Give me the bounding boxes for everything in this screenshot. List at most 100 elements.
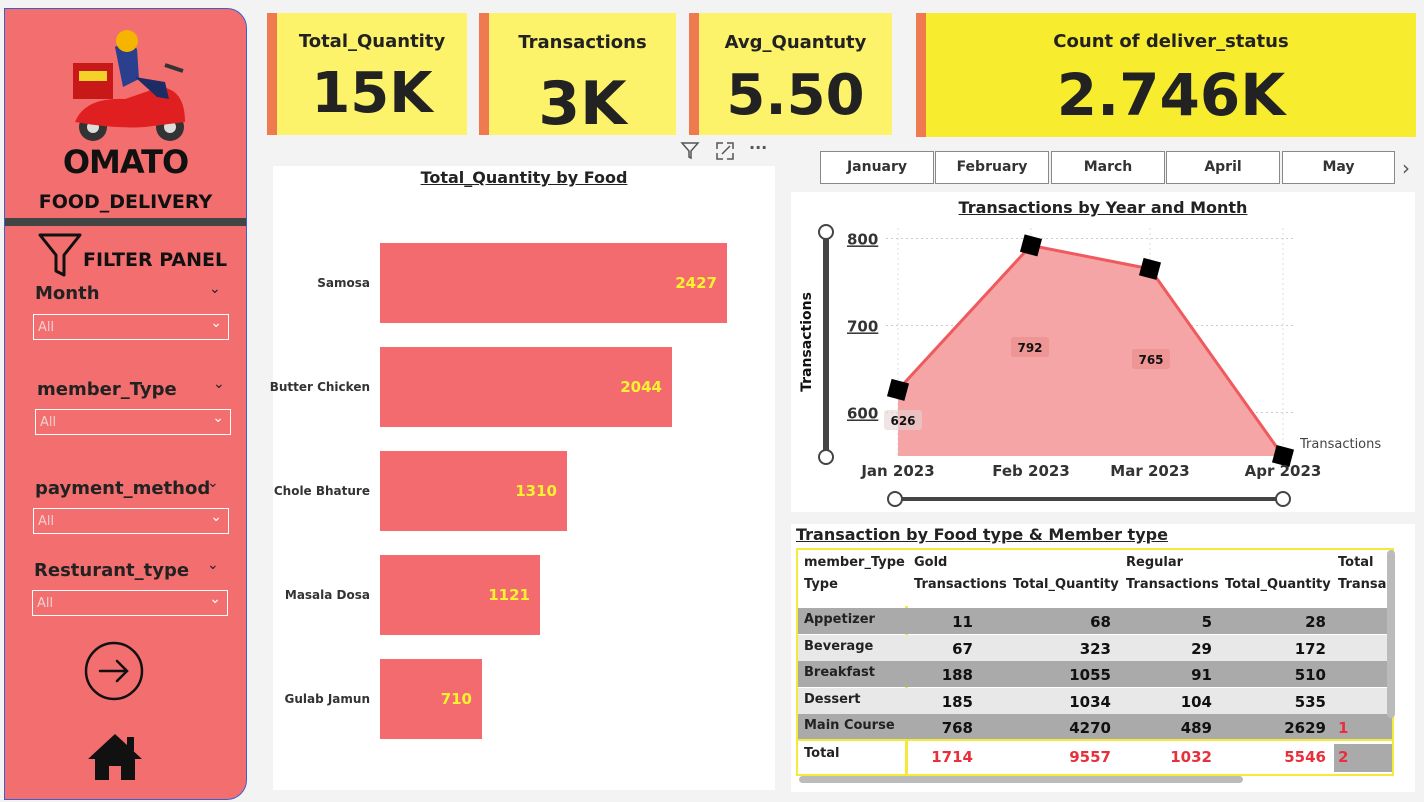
focus-mode-icon[interactable] bbox=[715, 141, 735, 165]
bar-category-label: Samosa bbox=[317, 276, 370, 290]
table-cell: 1 bbox=[1338, 719, 1349, 737]
kpi-title: Avg_Quantuty bbox=[724, 32, 867, 53]
table-cell: 68 bbox=[1090, 613, 1111, 631]
dropdown-value: All bbox=[38, 514, 55, 529]
vertical-scrollbar[interactable] bbox=[1387, 550, 1395, 718]
x-zoom-slider-handle[interactable] bbox=[1275, 491, 1291, 507]
filter-label-month: Month bbox=[35, 283, 100, 304]
table-cell: 510 bbox=[1294, 666, 1326, 684]
matrix-header: Transactions bbox=[914, 577, 1007, 592]
matrix-title: Transaction by Food type & Member type bbox=[796, 525, 1168, 544]
month-button[interactable]: February bbox=[935, 151, 1049, 184]
table-cell: 11 bbox=[952, 613, 973, 631]
table-cell: 535 bbox=[1294, 693, 1326, 711]
bar-category-label: Chole Bhature bbox=[273, 484, 370, 498]
kpi-card-transactions: Transactions 3K bbox=[479, 13, 676, 139]
bar-value-label: 2427 bbox=[675, 274, 717, 292]
bar-category-label: Gulab Jamun bbox=[284, 692, 370, 706]
table-cell: 2629 bbox=[1284, 719, 1326, 737]
kpi-title: Transactions bbox=[518, 32, 647, 53]
kpi-value: 5.50 bbox=[726, 63, 865, 128]
kpi-card-avg-quantity: Avg_Quantuty 5.50 bbox=[689, 13, 892, 135]
table-cell: 172 bbox=[1294, 640, 1326, 658]
filter-label-member-type: member_Type bbox=[37, 379, 177, 400]
table-cell: 1055 bbox=[1069, 666, 1111, 684]
x-tick-label: Jan 2023 bbox=[860, 462, 934, 480]
table-cell: 91 bbox=[1191, 666, 1212, 684]
month-button[interactable]: April bbox=[1166, 151, 1280, 184]
month-button[interactable]: January bbox=[820, 151, 934, 184]
data-label: 792 bbox=[1017, 341, 1042, 355]
chevron-down-icon: ⌄ bbox=[209, 591, 221, 607]
total-cell: 9557 bbox=[1069, 748, 1111, 766]
matrix-header: Gold bbox=[914, 555, 948, 570]
row-header: Breakfast bbox=[804, 665, 875, 680]
bar-value-label: 2044 bbox=[620, 378, 662, 396]
month-dropdown[interactable]: All ⌄ bbox=[33, 314, 229, 340]
chevron-down-icon[interactable]: ⌄ bbox=[209, 281, 221, 297]
chevron-right-icon[interactable]: › bbox=[1402, 156, 1410, 180]
area-fill bbox=[898, 245, 1283, 456]
matrix-header: Transactions bbox=[1126, 577, 1219, 592]
filter-icon bbox=[38, 233, 82, 277]
chevron-down-icon: ⌄ bbox=[210, 315, 222, 331]
area-chart-svg: 800 700 600 626 792 765 Jan 2023 Feb 2023 Mar 20… bbox=[799, 224, 1381, 507]
matrix-table: member_Type Gold Regular Total Type Transacti… bbox=[796, 548, 1394, 776]
matrix-header: Total_Quantity bbox=[1225, 577, 1331, 592]
brand-title: OMATO bbox=[62, 143, 189, 181]
table-cell: 67 bbox=[952, 640, 973, 658]
x-tick-label: Mar 2023 bbox=[1110, 462, 1189, 480]
kpi-card-total-quantity: Total_Quantity 15K bbox=[267, 13, 467, 135]
kpi-title: Count of deliver_status bbox=[1053, 31, 1289, 52]
restaurant-type-dropdown[interactable]: All ⌄ bbox=[32, 590, 228, 616]
matrix-header: Total bbox=[1338, 555, 1374, 570]
y-axis-label: Transactions bbox=[799, 292, 815, 392]
more-options-icon[interactable]: ··· bbox=[749, 138, 767, 157]
chevron-down-icon[interactable]: ⌄ bbox=[207, 475, 219, 491]
chevron-down-icon: ⌄ bbox=[212, 410, 224, 426]
chevron-down-icon[interactable]: ⌄ bbox=[213, 376, 225, 392]
month-button[interactable]: May bbox=[1282, 151, 1395, 184]
filter-label-payment-method: payment_method bbox=[35, 478, 211, 499]
bar-chart-plot: Samosa 2427 Butter Chicken 2044 Chole Bhatur… bbox=[270, 166, 775, 790]
x-tick-label: Feb 2023 bbox=[992, 462, 1070, 480]
y-tick-label: 800 bbox=[847, 230, 878, 248]
x-tick-label: Apr 2023 bbox=[1245, 462, 1322, 480]
dropdown-value: All bbox=[37, 596, 54, 611]
row-header: Main Course bbox=[804, 718, 895, 733]
row-header: Appetizer bbox=[804, 612, 875, 627]
filter-label-restaurant-type: Resturant_type bbox=[34, 560, 190, 581]
table-cell: 28 bbox=[1305, 613, 1326, 631]
table-cell: 188 bbox=[941, 666, 973, 684]
row-header: Dessert bbox=[804, 692, 861, 707]
x-zoom-slider-handle[interactable] bbox=[887, 491, 903, 507]
payment-method-dropdown[interactable]: All ⌄ bbox=[33, 508, 229, 534]
table-cell: 323 bbox=[1079, 640, 1111, 658]
bar-chart-panel: Total_Quantity by Food Samosa 2427 Butter … bbox=[270, 166, 775, 790]
bar-value-label: 1310 bbox=[515, 482, 557, 500]
chevron-down-icon[interactable]: ⌄ bbox=[207, 557, 219, 573]
bar-value-label: 710 bbox=[440, 690, 472, 708]
y-zoom-slider-handle[interactable] bbox=[818, 449, 834, 465]
table-cell: 768 bbox=[941, 719, 973, 737]
home-icon[interactable] bbox=[85, 731, 145, 783]
kpi-card-deliver-status: Count of deliver_status 2.746K bbox=[916, 13, 1416, 137]
horizontal-scrollbar[interactable] bbox=[799, 776, 1243, 783]
total-cell: 1714 bbox=[931, 748, 973, 766]
member-type-dropdown[interactable]: All ⌄ bbox=[35, 409, 231, 435]
bar-value-label: 1121 bbox=[488, 586, 530, 604]
total-cell: 1032 bbox=[1170, 748, 1212, 766]
data-label: 626 bbox=[890, 414, 915, 428]
month-button[interactable]: March bbox=[1051, 151, 1165, 184]
matrix-header: Regular bbox=[1126, 555, 1184, 570]
arrow-right-circle-icon[interactable] bbox=[83, 640, 145, 702]
y-zoom-slider-handle[interactable] bbox=[818, 224, 834, 240]
brand-subtitle: FOOD_DELIVERY bbox=[38, 191, 213, 213]
total-cell: 2 bbox=[1338, 748, 1349, 766]
dropdown-value: All bbox=[40, 415, 57, 430]
matrix-panel: Transaction by Food type & Member type m… bbox=[791, 524, 1415, 792]
matrix-header: member_Type bbox=[804, 555, 905, 570]
kpi-value: 2.746K bbox=[1056, 61, 1286, 129]
filter-icon[interactable] bbox=[680, 140, 700, 165]
kpi-value: 15K bbox=[311, 61, 433, 126]
